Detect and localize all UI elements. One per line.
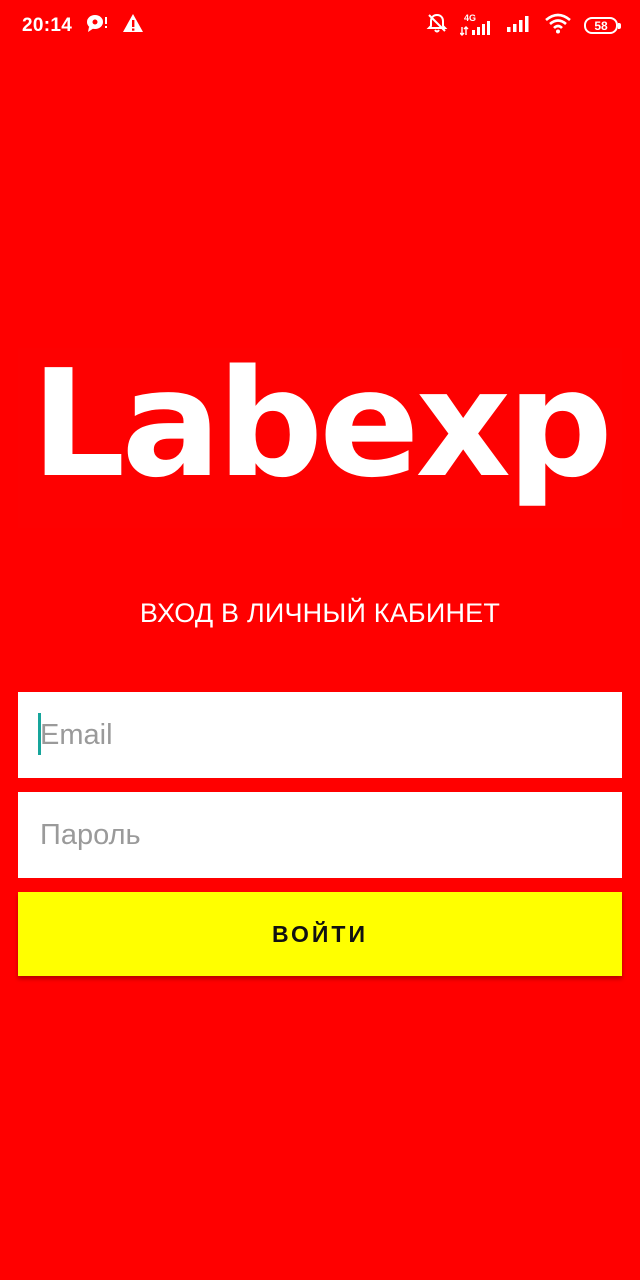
status-bar-right: 4G 58 <box>426 12 621 39</box>
warning-icon <box>122 13 144 38</box>
battery-level: 58 <box>594 18 608 33</box>
status-time: 20:14 <box>22 14 73 36</box>
email-field[interactable] <box>18 692 622 778</box>
app-logo: Labexp <box>18 348 622 528</box>
chat-icon <box>86 13 108 38</box>
login-button[interactable]: ВОЙТИ <box>18 892 622 976</box>
logo-text: Labexp <box>31 338 613 510</box>
wifi-icon <box>544 12 572 39</box>
login-screen: 20:14 4G 58 Labexp ВХОД В ЛИЧНЫЙ КАБИНЕТ… <box>0 0 640 1280</box>
password-input[interactable] <box>40 792 622 878</box>
status-bar-left: 20:14 <box>22 13 144 38</box>
mute-icon <box>426 12 448 39</box>
status-bar: 20:14 4G 58 <box>0 0 640 50</box>
signal-icon <box>506 12 532 39</box>
text-cursor <box>38 713 41 755</box>
email-input[interactable] <box>40 692 622 778</box>
signal-4g-icon: 4G <box>460 13 494 37</box>
login-title: ВХОД В ЛИЧНЫЙ КАБИНЕТ <box>139 598 501 628</box>
password-field[interactable] <box>18 792 622 878</box>
battery-icon: 58 <box>584 17 621 34</box>
